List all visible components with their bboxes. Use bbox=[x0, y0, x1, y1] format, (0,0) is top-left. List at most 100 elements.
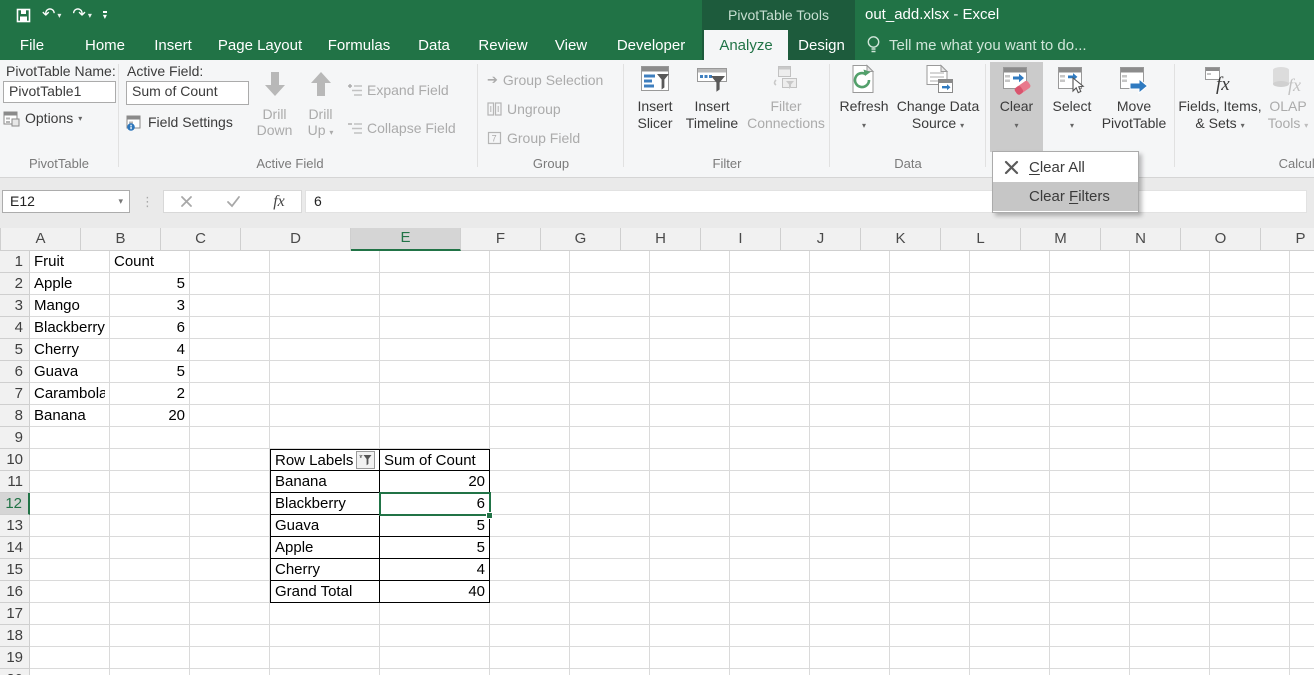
cell-G20[interactable] bbox=[570, 669, 650, 675]
cell-J4[interactable] bbox=[810, 317, 890, 339]
column-header-K[interactable]: K bbox=[861, 228, 941, 251]
cell-L4[interactable] bbox=[970, 317, 1050, 339]
cell-E5[interactable] bbox=[380, 339, 490, 361]
column-header-F[interactable]: F bbox=[461, 228, 541, 251]
cell-A10[interactable] bbox=[30, 449, 110, 471]
cell-G18[interactable] bbox=[570, 625, 650, 647]
cell-D10[interactable]: Row Labels bbox=[270, 449, 380, 471]
cell-J6[interactable] bbox=[810, 361, 890, 383]
cell-N10[interactable] bbox=[1130, 449, 1210, 471]
cell-I11[interactable] bbox=[730, 471, 810, 493]
cell-P5[interactable] bbox=[1290, 339, 1314, 361]
cell-G1[interactable] bbox=[570, 251, 650, 273]
row-header-5[interactable]: 5 bbox=[0, 339, 30, 361]
menu-item-clear-filters[interactable]: Clear Filters bbox=[993, 182, 1138, 211]
cell-L16[interactable] bbox=[970, 581, 1050, 603]
cell-J13[interactable] bbox=[810, 515, 890, 537]
cell-C13[interactable] bbox=[190, 515, 270, 537]
cell-J1[interactable] bbox=[810, 251, 890, 273]
cell-P4[interactable] bbox=[1290, 317, 1314, 339]
cell-F1[interactable] bbox=[490, 251, 570, 273]
cell-C8[interactable] bbox=[190, 405, 270, 427]
cell-I8[interactable] bbox=[730, 405, 810, 427]
cell-H14[interactable] bbox=[650, 537, 730, 559]
cell-E15[interactable]: 4 bbox=[380, 559, 490, 581]
column-header-H[interactable]: H bbox=[621, 228, 701, 251]
cell-O8[interactable] bbox=[1210, 405, 1290, 427]
pivottable-name-input[interactable]: PivotTable1 bbox=[3, 81, 116, 103]
cell-O16[interactable] bbox=[1210, 581, 1290, 603]
cell-E19[interactable] bbox=[380, 647, 490, 669]
column-header-J[interactable]: J bbox=[781, 228, 861, 251]
cell-L11[interactable] bbox=[970, 471, 1050, 493]
cell-O13[interactable] bbox=[1210, 515, 1290, 537]
cell-B12[interactable] bbox=[110, 493, 190, 515]
filter-connections-button[interactable]: Filter Connections bbox=[742, 62, 830, 152]
cell-C5[interactable] bbox=[190, 339, 270, 361]
column-header-M[interactable]: M bbox=[1021, 228, 1101, 251]
cell-F19[interactable] bbox=[490, 647, 570, 669]
cell-K19[interactable] bbox=[890, 647, 970, 669]
cell-M17[interactable] bbox=[1050, 603, 1130, 625]
cell-I3[interactable] bbox=[730, 295, 810, 317]
cell-N12[interactable] bbox=[1130, 493, 1210, 515]
cell-A2[interactable]: Apple bbox=[30, 273, 110, 295]
cell-N14[interactable] bbox=[1130, 537, 1210, 559]
cell-B8[interactable]: 20 bbox=[110, 405, 190, 427]
tab-developer[interactable]: Developer bbox=[608, 30, 694, 60]
cell-M14[interactable] bbox=[1050, 537, 1130, 559]
cell-G6[interactable] bbox=[570, 361, 650, 383]
drill-up-button[interactable]: Drill Up ▾ bbox=[298, 62, 343, 152]
cell-L7[interactable] bbox=[970, 383, 1050, 405]
cell-P7[interactable] bbox=[1290, 383, 1314, 405]
cell-E11[interactable]: 20 bbox=[380, 471, 490, 493]
undo-button[interactable]: ↶ ▾ bbox=[42, 7, 61, 23]
row-header-13[interactable]: 13 bbox=[0, 515, 30, 537]
cell-E12[interactable]: 6 bbox=[380, 493, 490, 515]
cell-N15[interactable] bbox=[1130, 559, 1210, 581]
cell-D15[interactable]: Cherry bbox=[270, 559, 380, 581]
cell-B20[interactable] bbox=[110, 669, 190, 675]
cell-A11[interactable] bbox=[30, 471, 110, 493]
cell-I4[interactable] bbox=[730, 317, 810, 339]
cell-N20[interactable] bbox=[1130, 669, 1210, 675]
cell-E13[interactable]: 5 bbox=[380, 515, 490, 537]
cell-M7[interactable] bbox=[1050, 383, 1130, 405]
cell-O18[interactable] bbox=[1210, 625, 1290, 647]
cell-A1[interactable]: Fruit bbox=[30, 251, 110, 273]
cell-P9[interactable] bbox=[1290, 427, 1314, 449]
cell-C18[interactable] bbox=[190, 625, 270, 647]
cell-J2[interactable] bbox=[810, 273, 890, 295]
cell-K15[interactable] bbox=[890, 559, 970, 581]
row-header-3[interactable]: 3 bbox=[0, 295, 30, 317]
cell-N13[interactable] bbox=[1130, 515, 1210, 537]
collapse-field-button[interactable]: Collapse Field bbox=[347, 118, 456, 138]
row-header-9[interactable]: 9 bbox=[0, 427, 30, 449]
cell-N18[interactable] bbox=[1130, 625, 1210, 647]
cell-F11[interactable] bbox=[490, 471, 570, 493]
cell-F2[interactable] bbox=[490, 273, 570, 295]
cell-B10[interactable] bbox=[110, 449, 190, 471]
cell-L3[interactable] bbox=[970, 295, 1050, 317]
cell-K9[interactable] bbox=[890, 427, 970, 449]
cell-B16[interactable] bbox=[110, 581, 190, 603]
cell-M16[interactable] bbox=[1050, 581, 1130, 603]
cell-C12[interactable] bbox=[190, 493, 270, 515]
cell-M9[interactable] bbox=[1050, 427, 1130, 449]
cell-D6[interactable] bbox=[270, 361, 380, 383]
cancel-icon[interactable] bbox=[180, 195, 193, 208]
row-header-11[interactable]: 11 bbox=[0, 471, 30, 493]
cell-A6[interactable]: Guava bbox=[30, 361, 110, 383]
column-header-C[interactable]: C bbox=[161, 228, 241, 251]
cell-F6[interactable] bbox=[490, 361, 570, 383]
cell-P19[interactable] bbox=[1290, 647, 1314, 669]
insert-timeline-button[interactable]: Insert Timeline bbox=[682, 62, 742, 152]
cell-H18[interactable] bbox=[650, 625, 730, 647]
row-header-7[interactable]: 7 bbox=[0, 383, 30, 405]
cell-J14[interactable] bbox=[810, 537, 890, 559]
fill-handle[interactable] bbox=[486, 512, 493, 519]
olap-tools-button[interactable]: fx OLAP Tools ▾ bbox=[1263, 62, 1313, 152]
cell-L18[interactable] bbox=[970, 625, 1050, 647]
cell-N6[interactable] bbox=[1130, 361, 1210, 383]
cell-P2[interactable] bbox=[1290, 273, 1314, 295]
